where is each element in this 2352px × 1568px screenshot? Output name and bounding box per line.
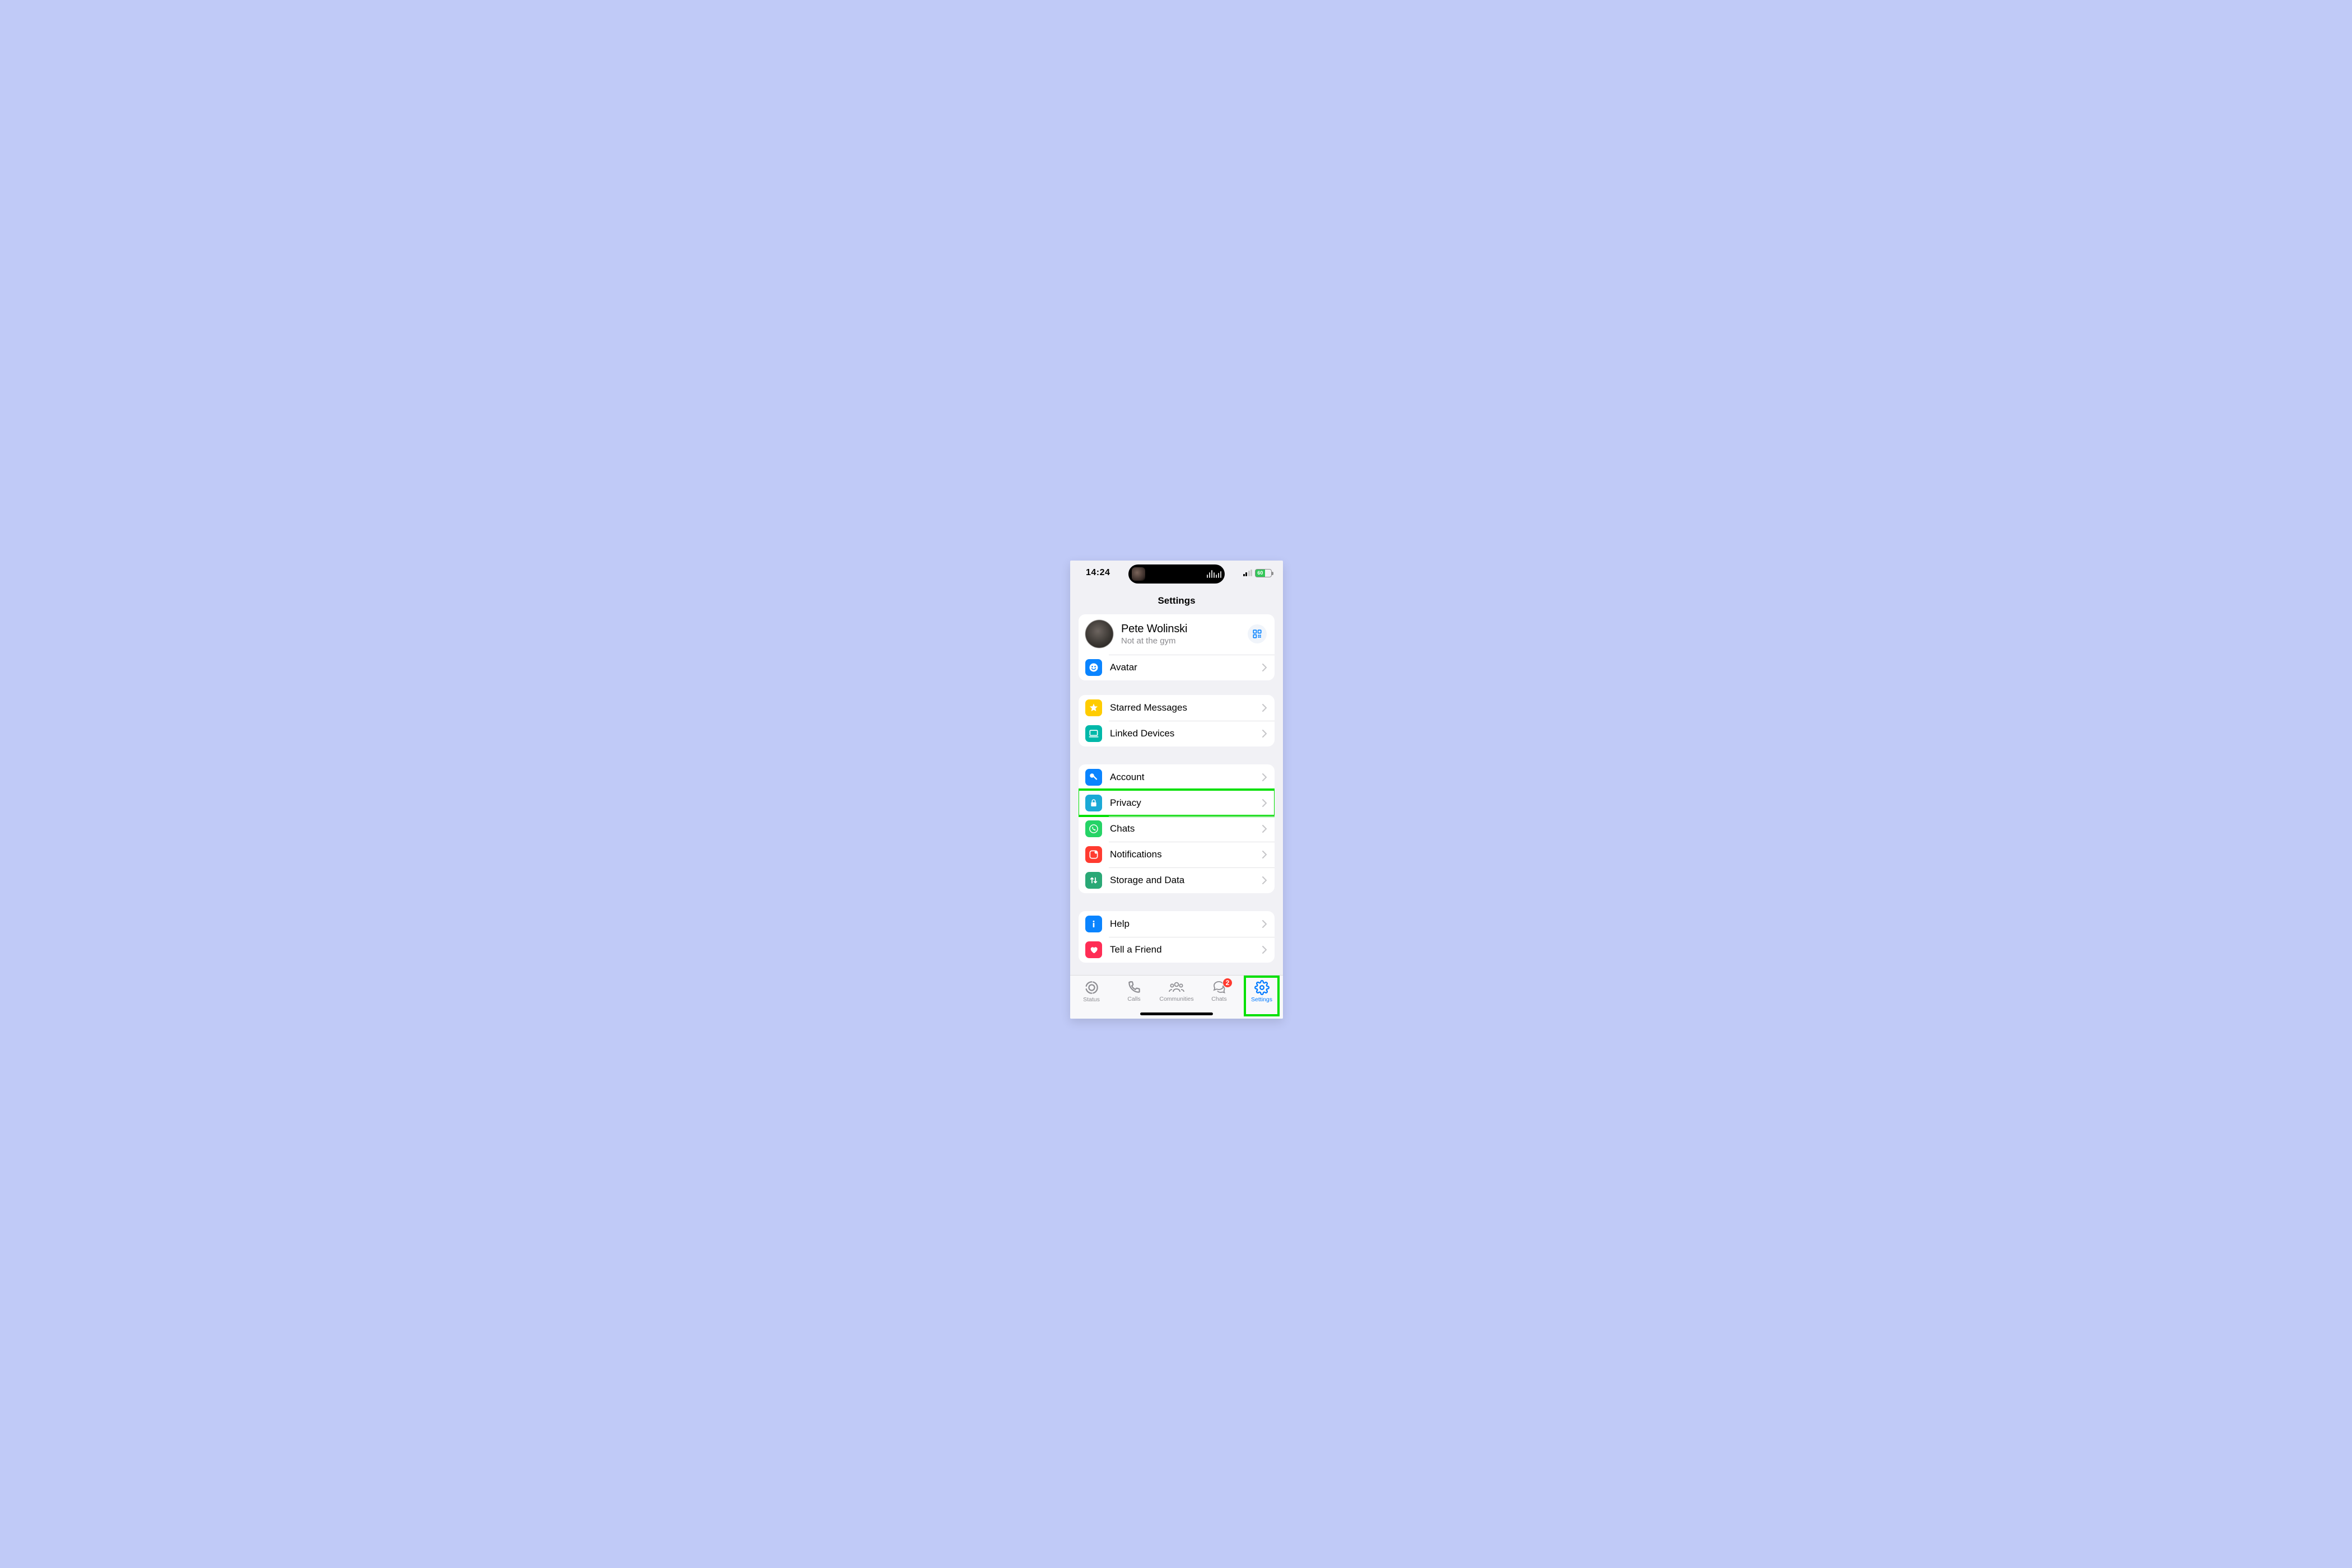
status-bar: 14:24 60 — [1070, 561, 1283, 585]
row-label: Account — [1110, 772, 1262, 783]
chevron-right-icon — [1262, 664, 1267, 671]
chevron-right-icon — [1262, 799, 1267, 807]
dynamic-island — [1128, 564, 1225, 584]
status-icon — [1084, 980, 1099, 995]
group-help: Help Tell a Friend — [1079, 911, 1275, 963]
row-storage-data[interactable]: Storage and Data — [1079, 867, 1275, 893]
group-starred: Starred Messages Linked Devices — [1079, 695, 1275, 746]
battery-level: 60 — [1256, 570, 1265, 577]
row-label: Notifications — [1110, 849, 1262, 860]
heart-icon — [1085, 941, 1102, 958]
info-icon — [1085, 916, 1102, 932]
chevron-right-icon — [1262, 825, 1267, 833]
profile-text: Pete Wolinski Not at the gym — [1121, 623, 1248, 646]
chevron-right-icon — [1262, 730, 1267, 738]
chats-badge: 2 — [1222, 978, 1233, 988]
row-account[interactable]: Account — [1079, 764, 1275, 790]
row-label: Linked Devices — [1110, 728, 1262, 739]
key-icon — [1085, 769, 1102, 786]
home-indicator[interactable] — [1140, 1012, 1213, 1015]
row-avatar[interactable]: Avatar — [1079, 655, 1275, 680]
qr-code-button[interactable] — [1248, 624, 1267, 643]
profile-status: Not at the gym — [1121, 636, 1248, 646]
tab-label: Settings — [1251, 996, 1272, 1003]
chevron-right-icon — [1262, 704, 1267, 712]
chevron-right-icon — [1262, 851, 1267, 858]
row-label: Storage and Data — [1110, 875, 1262, 886]
row-label: Avatar — [1110, 662, 1262, 673]
row-tell-a-friend[interactable]: Tell a Friend — [1079, 937, 1275, 963]
row-linked-devices[interactable]: Linked Devices — [1079, 721, 1275, 746]
profile-name: Pete Wolinski — [1121, 623, 1248, 636]
tab-settings[interactable]: Settings — [1240, 978, 1283, 1019]
island-album-art — [1132, 567, 1145, 581]
page-title: Settings — [1070, 585, 1283, 614]
battery-icon: 60 — [1255, 569, 1272, 577]
avatar — [1085, 620, 1113, 648]
star-icon — [1085, 699, 1102, 716]
tab-status[interactable]: Status — [1070, 978, 1113, 1019]
tab-label: Calls — [1127, 996, 1140, 1002]
phone-frame: 14:24 60 Settings — [1070, 561, 1283, 1019]
tab-label: Status — [1083, 996, 1100, 1003]
cellular-signal-icon — [1243, 570, 1253, 576]
chevron-right-icon — [1262, 920, 1267, 928]
row-label: Privacy — [1110, 797, 1262, 809]
row-label: Chats — [1110, 823, 1262, 834]
status-right: 60 — [1243, 569, 1272, 577]
qr-code-icon — [1252, 629, 1262, 639]
profile-row[interactable]: Pete Wolinski Not at the gym — [1079, 614, 1275, 655]
row-chats[interactable]: Chats — [1079, 816, 1275, 842]
row-notifications[interactable]: Notifications — [1079, 842, 1275, 867]
phone-icon — [1127, 980, 1141, 995]
row-help[interactable]: Help — [1079, 911, 1275, 937]
chevron-right-icon — [1262, 773, 1267, 781]
settings-content: Pete Wolinski Not at the gym — [1070, 614, 1283, 963]
row-label: Starred Messages — [1110, 702, 1262, 713]
canvas: 14:24 60 Settings — [801, 540, 1551, 1028]
chevron-right-icon — [1262, 946, 1267, 954]
communities-icon — [1168, 980, 1185, 995]
group-account: Account Privacy Chats — [1079, 764, 1275, 893]
tab-label: Communities — [1159, 996, 1193, 1002]
row-starred-messages[interactable]: Starred Messages — [1079, 695, 1275, 721]
laptop-icon — [1085, 725, 1102, 742]
lock-icon — [1085, 795, 1102, 811]
row-privacy[interactable]: Privacy — [1079, 790, 1275, 816]
status-time: 14:24 — [1086, 568, 1110, 578]
gear-icon — [1254, 980, 1270, 995]
row-label: Tell a Friend — [1110, 944, 1262, 955]
profile-group: Pete Wolinski Not at the gym — [1079, 614, 1275, 680]
arrows-up-down-icon — [1085, 872, 1102, 889]
tab-label: Chats — [1211, 996, 1226, 1002]
audio-wave-icon — [1207, 570, 1221, 578]
avatar-app-icon — [1085, 659, 1102, 676]
row-label: Help — [1110, 918, 1262, 930]
notification-icon — [1085, 846, 1102, 863]
chevron-right-icon — [1262, 876, 1267, 884]
whatsapp-icon — [1085, 820, 1102, 837]
